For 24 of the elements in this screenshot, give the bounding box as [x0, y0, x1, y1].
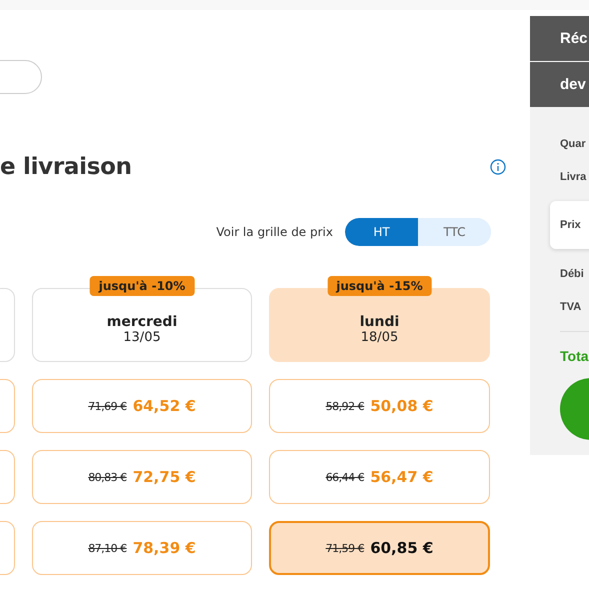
- summary-row-text: Quar: [559, 136, 587, 152]
- info-icon[interactable]: [490, 159, 506, 175]
- discount-badge: jusqu'à -15%: [327, 276, 432, 296]
- price-mode-tab[interactable]: HT: [345, 218, 418, 246]
- discount-badge: jusqu'à -10%: [90, 276, 194, 296]
- total-label: Tota: [559, 348, 589, 364]
- price-option[interactable]: 58,92 € 50,08 €: [269, 379, 490, 433]
- day-name: lundi: [360, 314, 400, 330]
- summary-header: dev: [530, 61, 589, 107]
- summary-row-text: Livra: [559, 170, 588, 184]
- toggle-label: Voir la grille de prix: [216, 225, 333, 239]
- price-option[interactable]: 71,59 € 60,85 €: [269, 521, 490, 575]
- summary-header: Réc: [530, 16, 589, 61]
- price-option[interactable]: 66,44 € 56,47 €: [269, 450, 490, 504]
- section-title: e livraison: [0, 154, 132, 180]
- price-option[interactable]: 87,10 € 78,39 €: [32, 521, 252, 575]
- summary-row-text: TVA: [559, 300, 582, 314]
- summary-row: Prix: [550, 201, 589, 249]
- summary-row-text: Débi: [559, 266, 585, 282]
- price-option[interactable]: 71,69 € 64,52 €: [32, 379, 252, 433]
- day-date: 13/05: [123, 330, 161, 344]
- day-name: mercredi: [106, 314, 178, 330]
- day-date: 18/05: [360, 330, 398, 344]
- price-option[interactable]: 80,83 € 72,75 €: [32, 450, 252, 504]
